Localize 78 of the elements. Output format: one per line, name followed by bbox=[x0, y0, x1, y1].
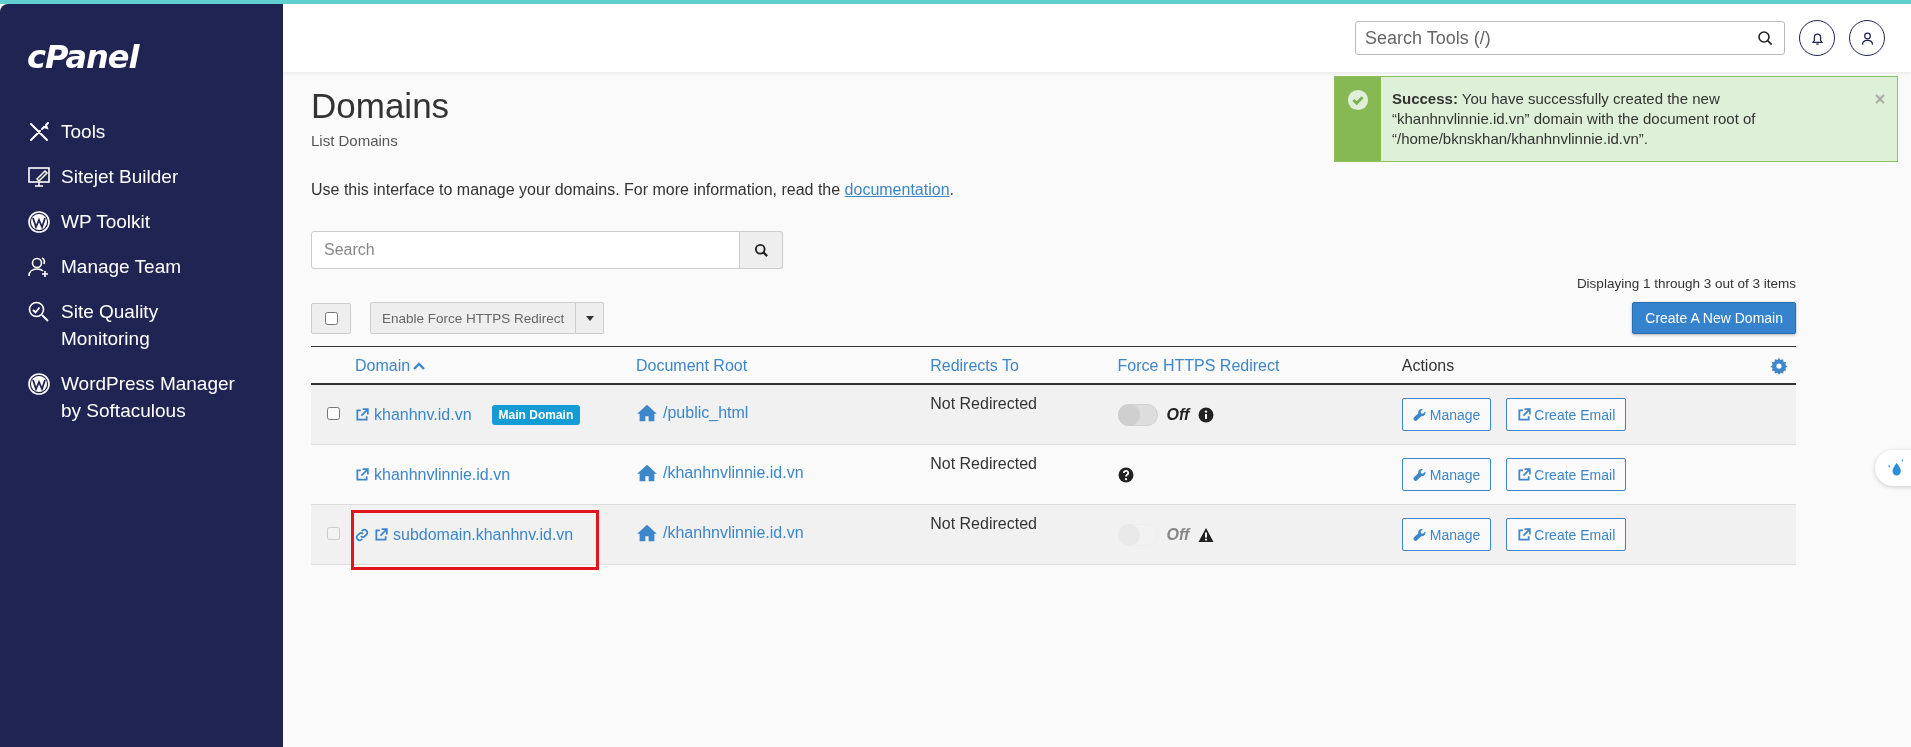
search-tools-field[interactable]: Search Tools (/) bbox=[1355, 21, 1785, 55]
manage-button[interactable]: Manage bbox=[1401, 518, 1492, 551]
sidebar-item[interactable]: Manage Team bbox=[27, 253, 247, 280]
page-subtitle: List Domains bbox=[311, 132, 398, 149]
bell-icon bbox=[1809, 30, 1825, 46]
external-link-icon bbox=[355, 407, 369, 422]
https-toggle[interactable] bbox=[1117, 403, 1158, 426]
external-link-icon bbox=[1517, 467, 1532, 482]
user-icon bbox=[1859, 30, 1875, 46]
intro-text: Use this interface to manage your domains. For more information, read the documentation. bbox=[311, 181, 955, 199]
cpanel-logo: cPanel bbox=[27, 38, 141, 76]
home-icon bbox=[636, 463, 658, 482]
wrench-icon bbox=[1412, 527, 1427, 542]
notifications-button[interactable] bbox=[1799, 20, 1835, 56]
redirect-text: Not Redirected bbox=[930, 454, 1038, 473]
paging-text: Displaying 1 through 3 out of 3 items bbox=[1576, 276, 1796, 291]
search-button[interactable] bbox=[740, 231, 783, 269]
wrench-icon bbox=[1412, 407, 1427, 422]
create-domain-button[interactable]: Create A New Domain bbox=[1632, 302, 1796, 334]
external-link-icon bbox=[1517, 527, 1532, 542]
sidebar-item[interactable]: Sitejet Builder bbox=[27, 163, 247, 190]
manage-button[interactable]: Manage bbox=[1401, 458, 1492, 491]
droplet-sparkle-icon bbox=[1885, 458, 1905, 478]
document-root-link[interactable]: /public_html bbox=[636, 403, 749, 422]
wordpress-icon bbox=[27, 372, 51, 396]
documentation-link[interactable]: documentation bbox=[844, 181, 950, 198]
sidebar-item[interactable]: Site Quality Monitoring bbox=[27, 298, 247, 352]
toggle-label: Off bbox=[1166, 525, 1190, 544]
dropdown-button[interactable] bbox=[576, 302, 605, 334]
search-icon[interactable] bbox=[1757, 30, 1773, 46]
home-icon bbox=[636, 403, 658, 422]
home-icon bbox=[636, 523, 658, 542]
check-circle-icon bbox=[1347, 89, 1369, 111]
row-checkbox[interactable] bbox=[326, 406, 340, 420]
column-header[interactable]: Force HTTPS Redirect bbox=[1117, 357, 1280, 375]
external-link-icon bbox=[355, 467, 369, 482]
select-all-checkbox[interactable] bbox=[324, 311, 338, 325]
column-header[interactable]: Document Root bbox=[636, 357, 748, 375]
info-icon[interactable] bbox=[1198, 406, 1215, 423]
warning-icon[interactable] bbox=[1198, 526, 1215, 543]
tools-icon bbox=[27, 120, 51, 144]
user-button[interactable] bbox=[1849, 20, 1885, 56]
toggle-label: Off bbox=[1166, 405, 1190, 424]
sidebar-item[interactable]: WordPress Manager by Softaculous bbox=[27, 370, 247, 424]
redirect-text: Not Redirected bbox=[930, 514, 1038, 533]
manage-button[interactable]: Manage bbox=[1401, 398, 1492, 431]
column-header[interactable]: Domain bbox=[355, 357, 426, 375]
column-header: Actions bbox=[1401, 357, 1455, 374]
external-link-icon bbox=[374, 527, 388, 542]
column-header[interactable]: Redirects To bbox=[930, 357, 1019, 375]
enable-force-https-button[interactable]: Enable Force HTTPS Redirect bbox=[370, 302, 577, 334]
wrench-icon bbox=[1412, 467, 1427, 482]
external-link-icon bbox=[1517, 407, 1532, 422]
search-field[interactable]: Search bbox=[311, 231, 740, 269]
select-all-button[interactable] bbox=[311, 302, 351, 334]
person-add-icon bbox=[27, 255, 51, 279]
wordpress-icon bbox=[27, 210, 51, 234]
document-root-link[interactable]: /khanhnvlinnie.id.vn bbox=[636, 463, 804, 482]
settings-icon[interactable] bbox=[1770, 357, 1788, 375]
document-root-link[interactable]: /khanhnvlinnie.id.vn bbox=[636, 523, 804, 542]
monitor-pen-icon bbox=[27, 165, 51, 189]
sidebar-item[interactable]: WP Toolkit bbox=[27, 208, 247, 235]
search-icon bbox=[753, 242, 769, 258]
domain-link[interactable]: khanhnvlinnie.id.vn bbox=[355, 465, 511, 484]
redirect-text: Not Redirected bbox=[930, 394, 1038, 413]
domain-link[interactable]: khanhnv.id.vn bbox=[355, 405, 472, 424]
magnifier-check-icon bbox=[27, 300, 51, 324]
create-email-button[interactable]: Create Email bbox=[1506, 518, 1627, 551]
caret-icon bbox=[585, 315, 594, 321]
floating-widget-button[interactable] bbox=[1875, 450, 1911, 486]
sidebar-item[interactable]: Tools bbox=[27, 118, 247, 145]
main-domain-badge: Main Domain bbox=[491, 404, 581, 425]
page-title: Domains bbox=[311, 86, 450, 126]
question-icon[interactable] bbox=[1117, 466, 1134, 483]
create-email-button[interactable]: Create Email bbox=[1506, 458, 1627, 491]
create-email-button[interactable]: Create Email bbox=[1506, 398, 1627, 431]
alert-message: Success: You have successfully created the new “khanhnvlinnie.id.vn” domain with the document root of “/home/bknskhan/khanhnvlinnie.id.vn”. bbox=[1391, 89, 1757, 149]
chevron-up-icon bbox=[413, 362, 426, 370]
